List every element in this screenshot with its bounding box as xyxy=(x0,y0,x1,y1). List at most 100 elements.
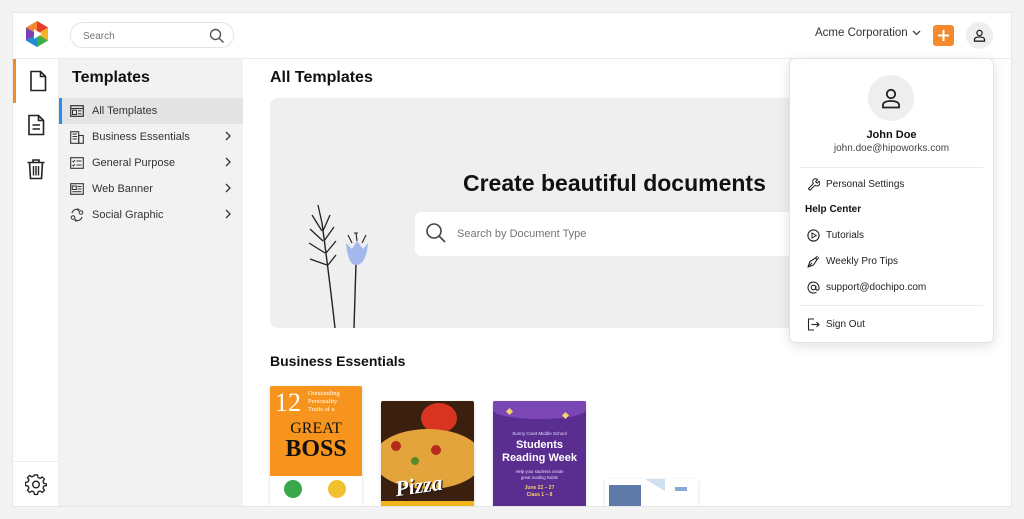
card-subtitle: Outstanding Personality Traits of a xyxy=(308,390,340,414)
document-text-icon xyxy=(26,114,46,136)
card-word-pizza: Pizza xyxy=(393,469,445,502)
topping xyxy=(391,441,401,451)
card-number: 12 xyxy=(275,388,301,417)
card-subtitle-line: Outstanding xyxy=(308,390,340,397)
sidebar-item-label: Social Graphic xyxy=(92,209,164,221)
badge-icon xyxy=(284,480,302,498)
weekly-pro-tips-label: Weekly Pro Tips xyxy=(826,255,899,267)
hero-title: Create beautiful documents xyxy=(463,170,766,196)
chevron-right-icon xyxy=(225,183,231,193)
card-subtitle-line: Traits of a xyxy=(308,406,335,413)
rail-trash[interactable] xyxy=(13,147,59,191)
sidebar-item-all-templates[interactable]: All Templates xyxy=(59,98,243,124)
card-footer xyxy=(270,476,362,506)
app-logo[interactable] xyxy=(25,21,49,47)
card-title-line: Students xyxy=(515,439,564,451)
building-icon xyxy=(69,130,85,144)
card-title: Students Reading Week xyxy=(493,439,586,465)
search-box[interactable] xyxy=(70,22,234,48)
wrench-icon xyxy=(806,177,820,191)
building-image xyxy=(609,485,641,506)
sidebar-item-social-graphic[interactable]: Social Graphic xyxy=(59,202,243,228)
search-input[interactable] xyxy=(83,27,203,45)
card-subtitle-line: Personality xyxy=(308,398,338,405)
card-word-boss: BOSS xyxy=(285,436,347,462)
template-card-reading-week[interactable]: Sunny Court Middle School Students Readi… xyxy=(493,401,586,506)
card-subtext-line: great reading habits xyxy=(520,474,558,480)
rail-templates[interactable] xyxy=(13,59,59,103)
card-accent-shape xyxy=(645,479,665,491)
card-title-line: Reading Week xyxy=(502,452,577,464)
card-date-line: Class 1 – 8 xyxy=(526,491,553,498)
plus-icon xyxy=(938,30,949,41)
card-dates: June 22 – 27 Class 1 – 8 xyxy=(493,485,586,498)
gear-icon xyxy=(25,474,47,496)
create-button[interactable] xyxy=(933,25,954,46)
chevron-right-icon xyxy=(225,131,231,141)
at-sign-icon xyxy=(806,280,820,294)
help-center-heading: Help Center xyxy=(805,204,862,215)
sidebar-item-label: General Purpose xyxy=(92,157,176,169)
divider xyxy=(800,167,983,168)
search-icon[interactable] xyxy=(209,28,225,44)
app-window: Acme Corporation xyxy=(12,12,1012,507)
sidebar-item-general-purpose[interactable]: General Purpose xyxy=(59,150,243,176)
sign-out-link[interactable]: Sign Out xyxy=(806,316,865,332)
sidebar-item-label: All Templates xyxy=(92,105,158,117)
badge-icon xyxy=(328,480,346,498)
settings-button[interactable] xyxy=(13,461,59,506)
sidebar-item-web-banner[interactable]: Web Banner xyxy=(59,176,243,202)
document-icon xyxy=(28,70,48,92)
weekly-pro-tips-link[interactable]: Weekly Pro Tips xyxy=(806,253,898,269)
user-email: john.doe@hipoworks.com xyxy=(833,143,950,154)
top-bar: Acme Corporation xyxy=(13,13,1011,59)
checklist-icon xyxy=(69,156,85,170)
tutorials-label: Tutorials xyxy=(826,229,864,241)
avatar xyxy=(868,75,914,121)
document-type-search[interactable] xyxy=(415,212,830,256)
card-footer-band xyxy=(381,501,474,506)
page-title: All Templates xyxy=(270,69,373,86)
template-card-great-boss[interactable]: 12 Outstanding Personality Traits of a G… xyxy=(270,386,362,506)
divider xyxy=(800,305,983,306)
org-switcher[interactable]: Acme Corporation xyxy=(815,27,921,39)
rail-my-documents[interactable] xyxy=(13,103,59,147)
user-name: John Doe xyxy=(866,129,917,141)
topping xyxy=(431,445,441,455)
plant-illustration xyxy=(300,203,380,328)
support-email-label: support@dochipo.com xyxy=(826,281,927,293)
section-title: Business Essentials xyxy=(270,353,406,369)
trash-icon xyxy=(26,158,46,180)
chevron-down-icon xyxy=(912,30,921,36)
play-circle-icon xyxy=(806,228,820,242)
sidebar-item-label: Business Essentials xyxy=(92,131,190,143)
templates-sidebar: Templates All Templates Business Essenti… xyxy=(59,59,243,506)
template-card-building[interactable] xyxy=(605,479,698,506)
hero-banner: Create beautiful documents xyxy=(270,98,830,328)
template-card-pizza[interactable]: Pizza xyxy=(381,401,474,506)
document-type-search-input[interactable] xyxy=(457,225,757,243)
card-subtext: Help your students create great reading … xyxy=(493,469,586,480)
search-icon[interactable] xyxy=(425,222,447,244)
topping xyxy=(411,457,419,465)
user-menu-button[interactable] xyxy=(966,22,993,49)
sidebar-item-business-essentials[interactable]: Business Essentials xyxy=(59,124,243,150)
user-dropdown-menu: John Doe john.doe@hipoworks.com Personal… xyxy=(789,58,994,343)
social-icon xyxy=(69,208,85,222)
tutorials-link[interactable]: Tutorials xyxy=(806,227,864,243)
layout-icon xyxy=(69,104,85,118)
support-email-link[interactable]: support@dochipo.com xyxy=(806,279,926,295)
chevron-right-icon xyxy=(225,157,231,167)
user-icon xyxy=(973,29,986,42)
sidebar-item-label: Web Banner xyxy=(92,183,153,195)
sidebar-title: Templates xyxy=(72,69,150,86)
org-name: Acme Corporation xyxy=(815,27,908,39)
sign-out-icon xyxy=(806,317,820,331)
chevron-right-icon xyxy=(225,209,231,219)
personal-settings-link[interactable]: Personal Settings xyxy=(806,176,904,192)
icon-rail xyxy=(13,59,59,506)
pen-nib-icon xyxy=(806,254,820,268)
sign-out-label: Sign Out xyxy=(826,318,865,330)
card-logo xyxy=(675,487,687,491)
card-school: Sunny Court Middle School xyxy=(512,431,567,436)
